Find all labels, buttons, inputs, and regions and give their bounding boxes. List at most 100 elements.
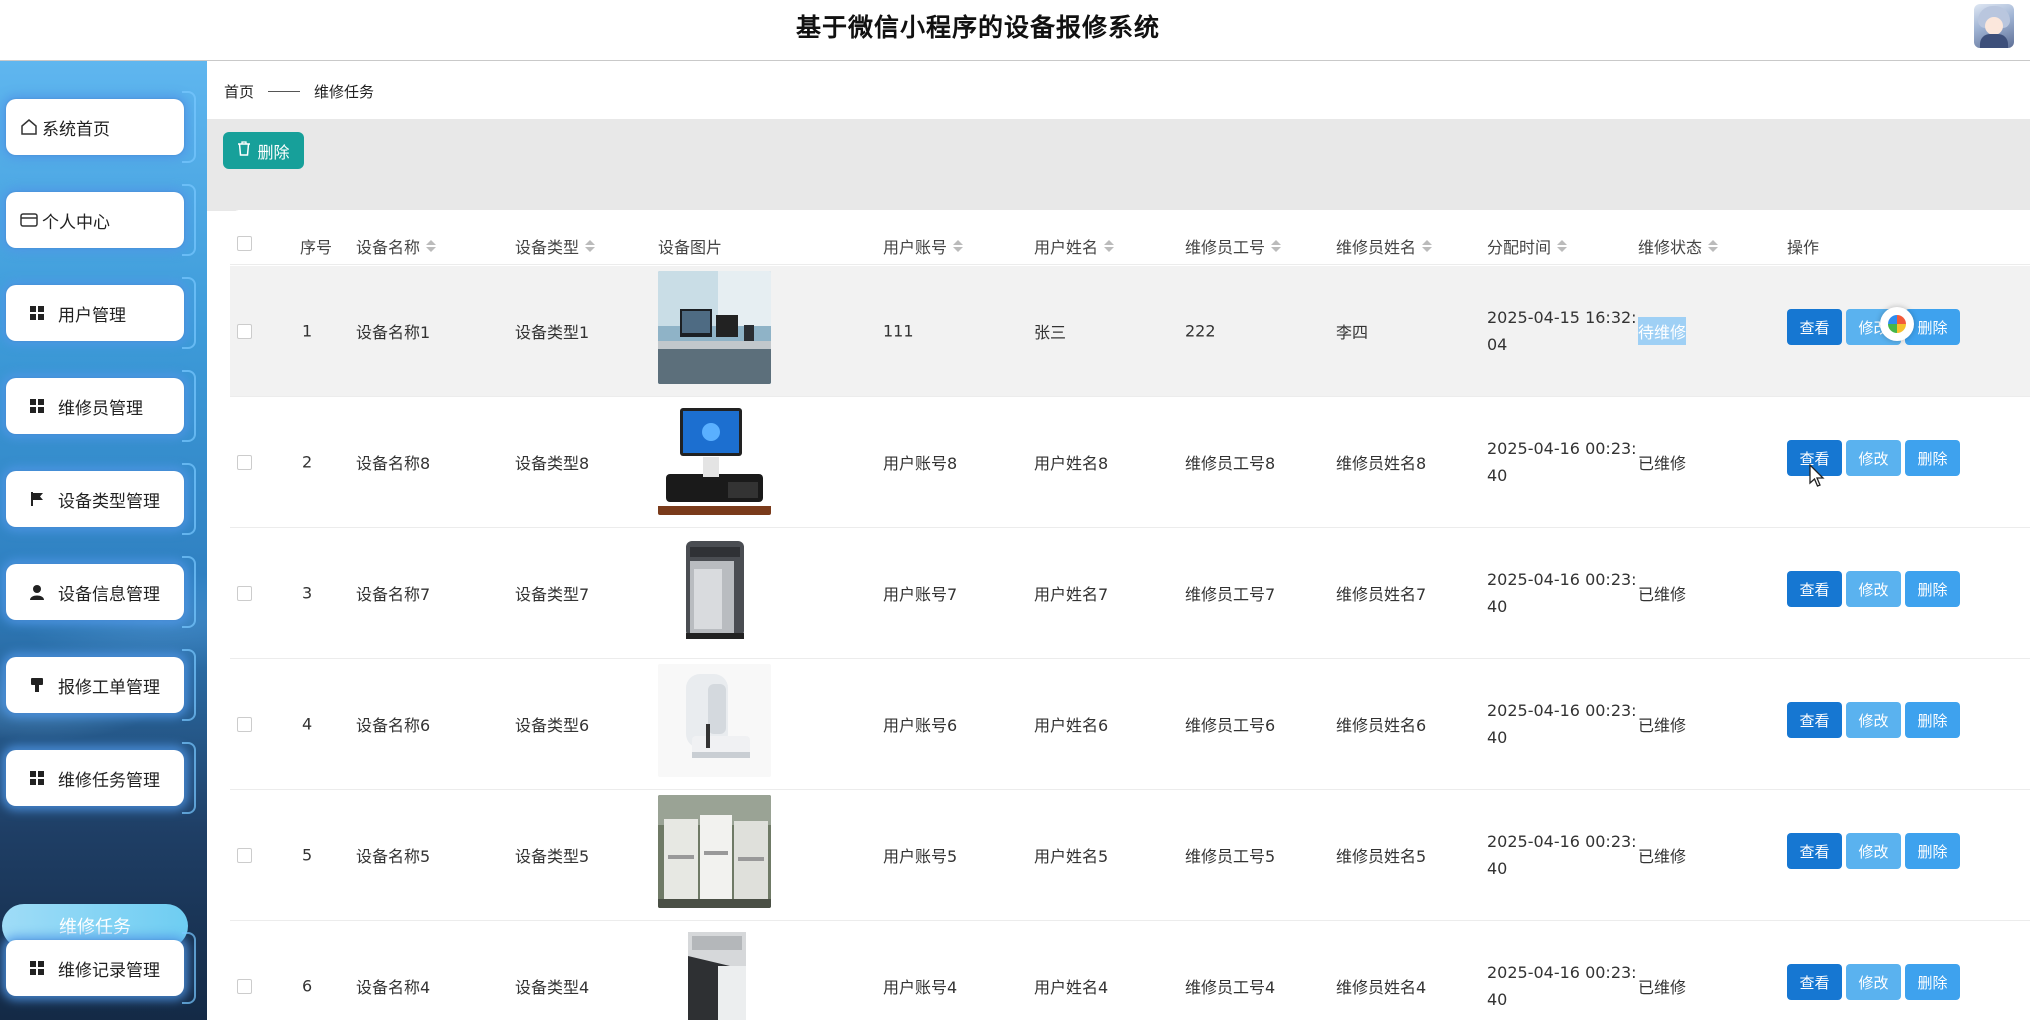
col-device-image: 设备图片 bbox=[658, 238, 723, 257]
col-assign-time[interactable]: 分配时间 bbox=[1487, 234, 1568, 258]
mouse-cursor-icon bbox=[1809, 463, 1825, 492]
sort-icon[interactable] bbox=[1708, 240, 1719, 252]
table-row[interactable]: 2 设备名称8 设备类型8 用户账号8 用户姓名8 维修员工号8 维修员姓名8 2025-04… bbox=[230, 397, 2030, 528]
sort-icon[interactable] bbox=[953, 240, 964, 252]
sidebar-item-users[interactable]: 用户管理 bbox=[6, 277, 196, 349]
cell-device-name: 设备名称6 bbox=[356, 716, 431, 735]
breadcrumb: 首页 维修任务 bbox=[224, 81, 374, 102]
view-button[interactable]: 查看 bbox=[1787, 833, 1842, 869]
breadcrumb-separator bbox=[268, 91, 301, 92]
sidebar: 系统首页 个人中心 用户管理 维修员管理 设备类型管理 设备信息管理 报修工单管… bbox=[0, 61, 207, 1020]
app-title: 基于微信小程序的设备报修系统 bbox=[795, 13, 1160, 42]
device-image[interactable] bbox=[658, 271, 771, 384]
cell-tech-id: 维修员工号8 bbox=[1185, 454, 1276, 473]
edit-button[interactable]: 修改 bbox=[1846, 440, 1901, 476]
device-image[interactable] bbox=[658, 533, 771, 646]
sort-icon[interactable] bbox=[585, 240, 596, 252]
edit-button[interactable]: 修改 bbox=[1846, 833, 1901, 869]
row-checkbox[interactable] bbox=[237, 979, 252, 994]
assign-time-line1: 2025-04-16 00:23: bbox=[1487, 439, 1637, 458]
row-checkbox[interactable] bbox=[237, 324, 252, 339]
breadcrumb-home[interactable]: 首页 bbox=[224, 81, 254, 102]
view-button[interactable]: 查看 bbox=[1787, 571, 1842, 607]
edit-button[interactable]: 修改 bbox=[1846, 702, 1901, 738]
row-checkbox[interactable] bbox=[237, 455, 252, 470]
sidebar-item-work-orders[interactable]: 报修工单管理 bbox=[6, 649, 196, 721]
grid-icon bbox=[26, 302, 48, 324]
col-device-type[interactable]: 设备类型 bbox=[515, 234, 596, 258]
view-button[interactable]: 查看 bbox=[1787, 309, 1842, 345]
sidebar-item-home[interactable]: 系统首页 bbox=[6, 91, 196, 163]
table-row[interactable]: 5 设备名称5 设备类型5 用户账号5 用户姓名5 维修员工号5 维修员姓名5 2025-04… bbox=[230, 790, 2030, 921]
device-image[interactable] bbox=[658, 664, 771, 777]
sidebar-item-device-info[interactable]: 设备信息管理 bbox=[6, 556, 196, 628]
table-row[interactable]: 1 设备名称1 设备类型1 111 张三 222 李四 2025-04-15 16:32: 04… bbox=[230, 266, 2030, 397]
cell-user-name: 用户姓名5 bbox=[1034, 847, 1109, 866]
delete-button[interactable]: 删除 bbox=[1905, 702, 1960, 738]
col-actions: 操作 bbox=[1787, 238, 1820, 257]
tool-icon bbox=[26, 674, 48, 696]
cell-device-name: 设备名称4 bbox=[356, 978, 431, 997]
sidebar-item-label: 设备信息管理 bbox=[58, 584, 160, 605]
view-button[interactable]: 查看 bbox=[1787, 964, 1842, 1000]
cell-tech-name: 维修员姓名8 bbox=[1336, 454, 1427, 473]
cell-tech-id: 维修员工号6 bbox=[1185, 716, 1276, 735]
sort-icon[interactable] bbox=[426, 240, 437, 252]
table-row[interactable]: 6 设备名称4 设备类型4 用户账号4 用户姓名4 维修员工号4 维修员姓名4 2025-04… bbox=[230, 921, 2030, 1020]
edit-button[interactable]: 修改 bbox=[1846, 571, 1901, 607]
assign-time-line2: 40 bbox=[1487, 859, 1508, 878]
cell-user-name: 用户姓名4 bbox=[1034, 978, 1109, 997]
cell-assign-time: 2025-04-16 00:23: 40 bbox=[1487, 566, 1637, 620]
sidebar-item-profile[interactable]: 个人中心 bbox=[6, 184, 196, 256]
delete-button[interactable]: 删除 bbox=[1905, 964, 1960, 1000]
sort-icon[interactable] bbox=[1271, 240, 1282, 252]
select-all-checkbox[interactable] bbox=[237, 236, 252, 251]
table-row[interactable]: 3 设备名称7 设备类型7 用户账号7 用户姓名7 维修员工号7 维修员姓名7 2025-04… bbox=[230, 528, 2030, 659]
device-image[interactable] bbox=[658, 795, 771, 908]
cell-index: 2 bbox=[302, 452, 313, 472]
cell-user-name: 用户姓名7 bbox=[1034, 585, 1109, 604]
sidebar-item-repair-records[interactable]: 维修记录管理 bbox=[6, 932, 196, 1004]
delete-button[interactable]: 删除 bbox=[1905, 571, 1960, 607]
sort-icon[interactable] bbox=[1104, 240, 1115, 252]
cell-assign-time: 2025-04-16 00:23: 40 bbox=[1487, 959, 1637, 1013]
assign-time-line2: 40 bbox=[1487, 466, 1508, 485]
col-user-name[interactable]: 用户姓名 bbox=[1034, 234, 1115, 258]
cell-user-account: 用户账号8 bbox=[883, 454, 958, 473]
row-checkbox[interactable] bbox=[237, 717, 252, 732]
cell-status: 已维修 bbox=[1638, 585, 1687, 604]
sort-icon[interactable] bbox=[1422, 240, 1433, 252]
table-header: 序号 设备名称 设备类型 设备图片 用户账号 用户姓名 维修员工号 维修员姓名 … bbox=[230, 210, 2030, 265]
cell-status: 已维修 bbox=[1638, 454, 1687, 473]
sidebar-item-device-types[interactable]: 设备类型管理 bbox=[6, 463, 196, 535]
cell-user-account: 111 bbox=[883, 321, 914, 341]
device-image[interactable] bbox=[658, 402, 771, 515]
cell-status: 已维修 bbox=[1638, 716, 1687, 735]
cell-index: 5 bbox=[302, 845, 313, 865]
col-tech-id[interactable]: 维修员工号 bbox=[1185, 234, 1282, 258]
sidebar-item-repair-tasks[interactable]: 维修任务管理 bbox=[6, 742, 196, 814]
sidebar-item-label: 用户管理 bbox=[58, 305, 126, 326]
col-device-name[interactable]: 设备名称 bbox=[356, 234, 437, 258]
delete-button[interactable]: 删除 bbox=[1905, 440, 1960, 476]
col-tech-name[interactable]: 维修员姓名 bbox=[1336, 234, 1433, 258]
table-row[interactable]: 4 设备名称6 设备类型6 用户账号6 用户姓名6 维修员工号6 维修员姓名6 2025-04… bbox=[230, 659, 2030, 790]
assign-time-line2: 40 bbox=[1487, 728, 1508, 747]
device-image[interactable] bbox=[658, 926, 771, 1020]
sidebar-item-technicians[interactable]: 维修员管理 bbox=[6, 370, 196, 442]
view-button[interactable]: 查看 bbox=[1787, 702, 1842, 738]
col-status[interactable]: 维修状态 bbox=[1638, 234, 1719, 258]
batch-delete-button[interactable]: 删除 bbox=[223, 132, 304, 169]
sort-icon[interactable] bbox=[1557, 240, 1568, 252]
col-user-account[interactable]: 用户账号 bbox=[883, 234, 964, 258]
assign-time-line1: 2025-04-16 00:23: bbox=[1487, 963, 1637, 982]
sidebar-item-label: 报修工单管理 bbox=[58, 677, 160, 698]
delete-button[interactable]: 删除 bbox=[1905, 833, 1960, 869]
avatar[interactable] bbox=[1974, 4, 2014, 48]
sidebar-item-label: 个人中心 bbox=[42, 212, 110, 233]
row-checkbox[interactable] bbox=[237, 586, 252, 601]
row-checkbox[interactable] bbox=[237, 848, 252, 863]
floating-assistant-icon[interactable] bbox=[1880, 307, 1914, 341]
cell-assign-time: 2025-04-16 00:23: 40 bbox=[1487, 828, 1637, 882]
edit-button[interactable]: 修改 bbox=[1846, 964, 1901, 1000]
